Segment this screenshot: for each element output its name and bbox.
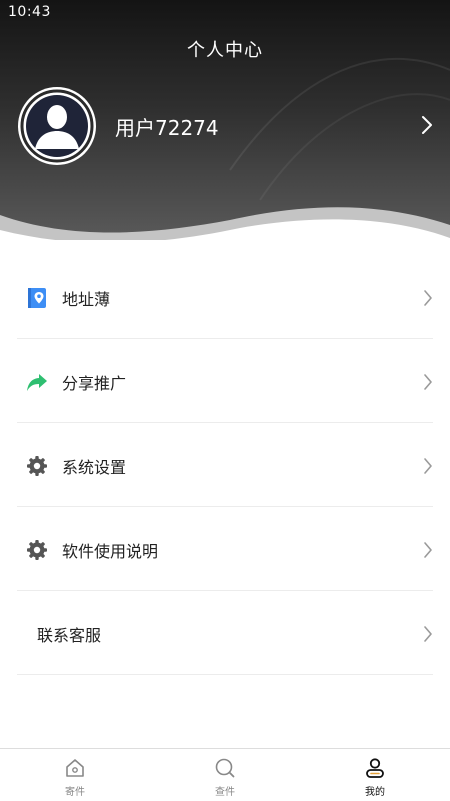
gear-icon <box>25 538 49 562</box>
home-icon <box>64 757 86 783</box>
menu-item-address-book[interactable]: 地址薄 <box>17 255 433 339</box>
menu-list: 地址薄 分享推广 系统设置 软件使用说明 联系客服 <box>0 255 450 675</box>
tab-label: 寄件 <box>65 787 85 798</box>
tab-send[interactable]: 寄件 <box>0 749 150 801</box>
menu-item-user-manual[interactable]: 软件使用说明 <box>17 507 433 591</box>
menu-item-label: 系统设置 <box>62 458 127 477</box>
user-icon <box>364 757 386 783</box>
tab-track[interactable]: 查件 <box>150 749 300 801</box>
person-silhouette-icon <box>20 89 94 163</box>
status-bar-time: 10:43 <box>8 4 51 20</box>
profile-header: 10:43 个人中心 用户72274 <box>0 0 450 240</box>
chevron-right-icon <box>423 289 433 311</box>
tab-mine[interactable]: 我的 <box>300 749 450 801</box>
menu-item-label: 分享推广 <box>62 374 127 393</box>
tab-label: 查件 <box>215 787 235 798</box>
chevron-right-icon <box>423 457 433 479</box>
menu-item-system-settings[interactable]: 系统设置 <box>17 423 433 507</box>
menu-item-label: 联系客服 <box>37 626 102 645</box>
chevron-right-icon[interactable] <box>420 114 434 140</box>
username[interactable]: 用户72274 <box>115 112 219 141</box>
gear-icon <box>25 454 49 478</box>
menu-item-label: 软件使用说明 <box>62 542 159 561</box>
page-title: 个人中心 <box>187 40 263 61</box>
chevron-right-icon <box>423 373 433 395</box>
share-arrow-icon <box>25 370 49 394</box>
chevron-right-icon <box>423 541 433 563</box>
chevron-right-icon <box>423 625 433 647</box>
menu-item-share[interactable]: 分享推广 <box>17 339 433 423</box>
menu-item-customer-service[interactable]: 联系客服 <box>17 591 433 675</box>
search-icon <box>214 757 236 783</box>
address-book-icon <box>25 286 49 310</box>
bottom-tab-bar: 寄件 查件 我的 <box>0 748 450 800</box>
menu-item-label: 地址薄 <box>62 290 111 309</box>
tab-label: 我的 <box>365 787 385 798</box>
avatar[interactable] <box>18 87 96 165</box>
